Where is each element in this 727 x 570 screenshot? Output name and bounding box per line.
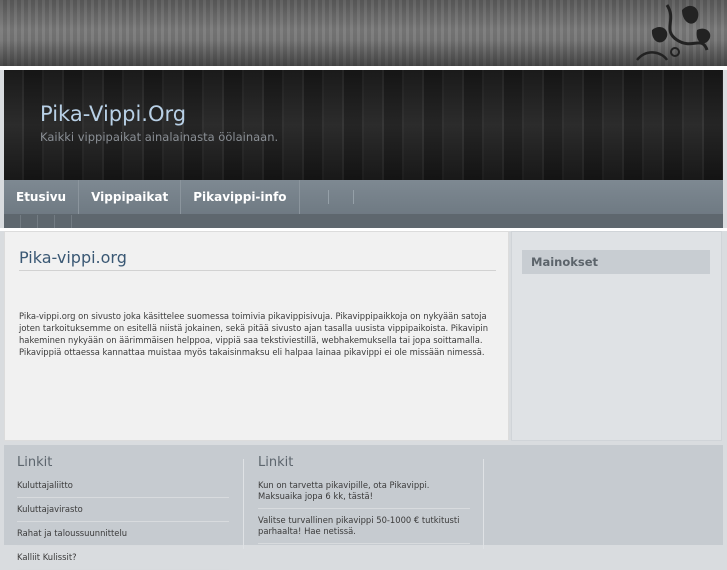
- nav-divider: [352, 190, 354, 204]
- footer-link-kuluttajavirasto[interactable]: Kuluttajavirasto: [17, 498, 229, 522]
- site-title[interactable]: Pika-Vippi.Org: [40, 102, 186, 126]
- footer-link-kuluttajaliitto[interactable]: Kuluttajaliitto: [17, 474, 229, 498]
- page-title: Pika-vippi.org: [19, 248, 127, 267]
- footer-divider: [243, 459, 244, 549]
- footer-ads-column: Linkit Kun on tarvetta pikavipille, ota …: [258, 455, 470, 544]
- intro-paragraph: Pika-vippi.org on sivusto joka käsittele…: [19, 311, 489, 357]
- main-nav: Etusivu Vippipaikat Pikavippi-info: [4, 180, 723, 214]
- nav-item-etusivu[interactable]: Etusivu: [4, 180, 80, 214]
- sidebar: Mainokset: [511, 231, 722, 441]
- footer-ad-link-1[interactable]: Kun on tarvetta pikavipille, ota Pikavip…: [258, 474, 470, 509]
- footer-column-title: Linkit: [258, 455, 294, 470]
- site-tagline: Kaikki vippipaikat ainalainasta öölainaa…: [40, 130, 279, 144]
- footer-link-kalliit-kulissit[interactable]: Kalliit Kulissit?: [17, 546, 229, 570]
- footer: Linkit Kuluttajaliitto Kuluttajavirasto …: [4, 445, 723, 570]
- footer-divider: [483, 459, 484, 549]
- sub-nav-bar: [4, 214, 723, 229]
- main-content: Pika-vippi.org Pika-vippi.org on sivusto…: [4, 231, 509, 441]
- nav-divider: [327, 190, 329, 204]
- ads-title: Mainokset: [531, 255, 599, 269]
- site-header: Pika-Vippi.Org Kaikki vippipaikat ainala…: [4, 70, 723, 180]
- ads-widget: Mainokset: [522, 250, 710, 274]
- title-divider: [19, 270, 496, 271]
- nav-item-vippipaikat[interactable]: Vippipaikat: [79, 180, 182, 214]
- footer-link-rahat[interactable]: Rahat ja taloussuunnittelu: [17, 522, 229, 546]
- floral-ornament-icon: [636, 4, 711, 61]
- nav-item-pikavippi-info[interactable]: Pikavippi-info: [181, 180, 300, 214]
- top-banner-strip: [0, 0, 727, 66]
- footer-column-title: Linkit: [17, 455, 53, 470]
- footer-ad-link-2[interactable]: Valitse turvallinen pikavippi 50-1000 € …: [258, 509, 470, 544]
- footer-links-column: Linkit Kuluttajaliitto Kuluttajavirasto …: [17, 455, 229, 570]
